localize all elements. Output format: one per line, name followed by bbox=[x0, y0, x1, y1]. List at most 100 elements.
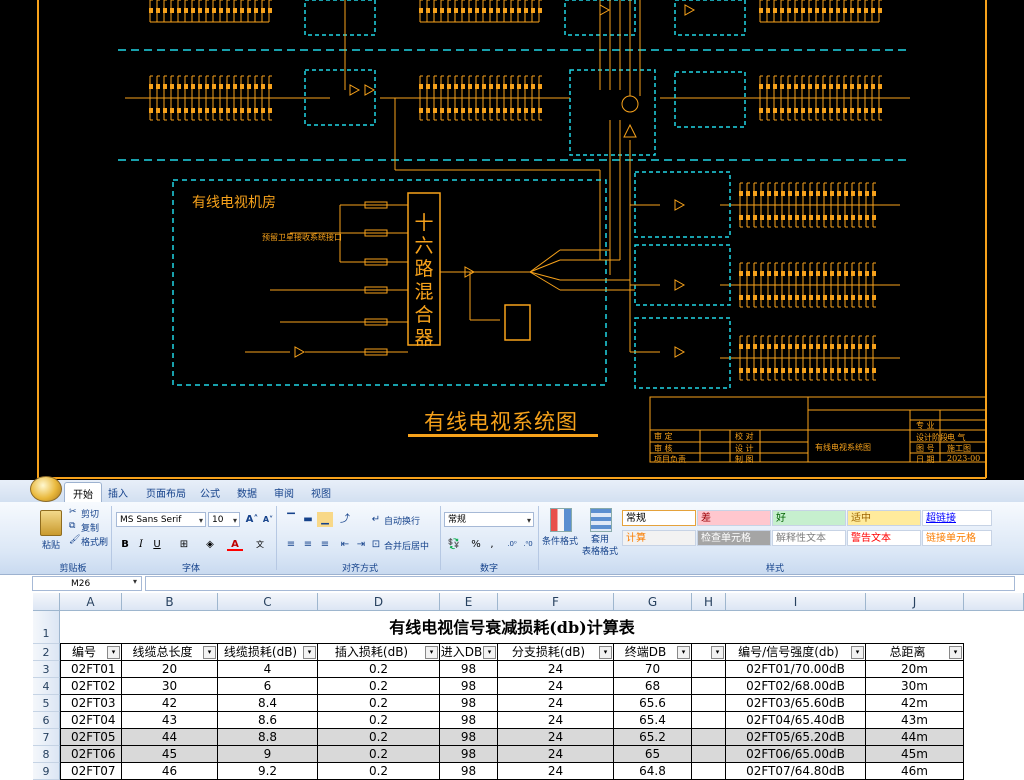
table-cell[interactable]: 0.2 bbox=[318, 695, 440, 712]
header-cell[interactable]: 分支损耗(dB) ▾ bbox=[498, 644, 614, 661]
filter-dropdown-icon[interactable]: ▾ bbox=[599, 646, 612, 659]
table-cell[interactable]: 02FT04 bbox=[60, 712, 122, 729]
column-header-A[interactable]: A bbox=[60, 593, 122, 611]
table-cell[interactable]: 02FT05 bbox=[60, 729, 122, 746]
table-cell[interactable]: 44 bbox=[122, 729, 218, 746]
header-cell[interactable]: 线缆损耗(dB) ▾ bbox=[218, 644, 318, 661]
table-cell[interactable]: 46m bbox=[866, 763, 964, 780]
increase-indent-icon[interactable]: ⇥ bbox=[353, 537, 369, 552]
table-cell[interactable]: 02FT05/65.20dB bbox=[726, 729, 866, 746]
align-left-icon[interactable]: ≡ bbox=[283, 537, 299, 552]
table-cell[interactable]: 02FT06 bbox=[60, 746, 122, 763]
row-header-8[interactable]: 8 bbox=[33, 746, 60, 763]
bold-button[interactable]: B bbox=[117, 537, 133, 552]
namebox-dropdown-icon[interactable]: ▾ bbox=[133, 577, 137, 586]
column-header-G[interactable]: G bbox=[614, 593, 692, 611]
table-cell[interactable] bbox=[692, 661, 726, 678]
table-cell[interactable]: 0.2 bbox=[318, 678, 440, 695]
table-cell[interactable] bbox=[692, 746, 726, 763]
table-cell[interactable]: 42 bbox=[122, 695, 218, 712]
tab-formulas[interactable]: 公式 bbox=[200, 485, 220, 500]
table-cell[interactable]: 24 bbox=[498, 746, 614, 763]
row-header-6[interactable]: 6 bbox=[33, 712, 60, 729]
header-cell[interactable]: 进入DB ▾ bbox=[440, 644, 498, 661]
table-cell[interactable]: 24 bbox=[498, 712, 614, 729]
underline-button[interactable]: U bbox=[149, 537, 165, 552]
table-cell[interactable]: 0.2 bbox=[318, 661, 440, 678]
table-cell[interactable] bbox=[692, 729, 726, 746]
table-cell[interactable]: 64.8 bbox=[614, 763, 692, 780]
copy-button[interactable]: 复制 bbox=[81, 521, 99, 534]
row-header-2[interactable]: 2 bbox=[33, 644, 60, 661]
comma-icon[interactable]: , bbox=[484, 537, 500, 552]
table-cell[interactable]: 9.2 bbox=[218, 763, 318, 780]
table-cell[interactable]: 02FT01/70.00dB bbox=[726, 661, 866, 678]
filter-dropdown-icon[interactable]: ▾ bbox=[711, 646, 724, 659]
table-cell[interactable] bbox=[692, 678, 726, 695]
table-cell[interactable] bbox=[692, 763, 726, 780]
table-cell[interactable]: 98 bbox=[440, 729, 498, 746]
header-cell[interactable]: ▾ bbox=[692, 644, 726, 661]
table-cell[interactable]: 0.2 bbox=[318, 746, 440, 763]
wrap-text-button[interactable]: 自动换行 bbox=[384, 514, 420, 527]
table-cell[interactable]: 0.2 bbox=[318, 729, 440, 746]
formula-input[interactable] bbox=[145, 576, 1015, 591]
table-cell[interactable]: 20m bbox=[866, 661, 964, 678]
filter-dropdown-icon[interactable]: ▾ bbox=[949, 646, 962, 659]
number-format-combo[interactable]: 常规 bbox=[444, 512, 534, 528]
office-button[interactable] bbox=[30, 476, 62, 502]
table-cell[interactable]: 02FT04/65.40dB bbox=[726, 712, 866, 729]
merge-center-button[interactable]: 合并后居中 bbox=[384, 539, 429, 552]
decrease-decimal-icon[interactable]: .⁰0 bbox=[520, 537, 536, 552]
font-size-combo[interactable]: 10 bbox=[208, 512, 240, 528]
table-cell[interactable]: 02FT07 bbox=[60, 763, 122, 780]
table-cell[interactable]: 98 bbox=[440, 763, 498, 780]
header-cell[interactable]: 编号/信号强度(db) ▾ bbox=[726, 644, 866, 661]
column-header-B[interactable]: B bbox=[122, 593, 218, 611]
italic-button[interactable]: I bbox=[133, 537, 149, 552]
cell-style-3[interactable]: 好 bbox=[772, 510, 846, 526]
header-cell[interactable]: 总距离 ▾ bbox=[866, 644, 964, 661]
table-cell[interactable]: 70 bbox=[614, 661, 692, 678]
filter-dropdown-icon[interactable]: ▾ bbox=[483, 646, 496, 659]
table-cell[interactable]: 24 bbox=[498, 661, 614, 678]
table-cell[interactable]: 20 bbox=[122, 661, 218, 678]
conditional-format-icon[interactable] bbox=[550, 508, 572, 532]
font-name-combo[interactable]: MS Sans Serif bbox=[116, 512, 206, 528]
table-cell[interactable]: 02FT03 bbox=[60, 695, 122, 712]
table-cell[interactable]: 98 bbox=[440, 661, 498, 678]
cut-button[interactable]: 剪切 bbox=[81, 507, 99, 520]
format-painter-icon[interactable]: 🖌 bbox=[69, 535, 80, 545]
format-painter-button[interactable]: 格式刷 bbox=[81, 535, 108, 548]
filter-dropdown-icon[interactable]: ▾ bbox=[203, 646, 216, 659]
table-cell[interactable]: 46 bbox=[122, 763, 218, 780]
column-header-H[interactable]: H bbox=[692, 593, 726, 611]
header-cell[interactable]: 编号 ▾ bbox=[60, 644, 122, 661]
table-cell[interactable]: 02FT02 bbox=[60, 678, 122, 695]
table-cell[interactable]: 02FT06/65.00dB bbox=[726, 746, 866, 763]
row-header-3[interactable]: 3 bbox=[33, 661, 60, 678]
cell-style-7[interactable]: 检查单元格 bbox=[697, 530, 771, 546]
table-cell[interactable]: 24 bbox=[498, 678, 614, 695]
wrap-text-icon[interactable]: ↵ bbox=[368, 512, 384, 527]
select-all-corner[interactable] bbox=[33, 593, 60, 611]
tab-review[interactable]: 审阅 bbox=[274, 485, 294, 500]
table-cell[interactable]: 65 bbox=[614, 746, 692, 763]
filter-dropdown-icon[interactable]: ▾ bbox=[107, 646, 120, 659]
table-cell[interactable] bbox=[692, 695, 726, 712]
table-cell[interactable]: 30 bbox=[122, 678, 218, 695]
table-cell[interactable]: 9 bbox=[218, 746, 318, 763]
header-cell[interactable]: 插入损耗(dB) ▾ bbox=[318, 644, 440, 661]
cell-style-10[interactable]: 链接单元格 bbox=[922, 530, 992, 546]
table-cell[interactable]: 8.6 bbox=[218, 712, 318, 729]
row-header-1[interactable]: 1 bbox=[33, 611, 60, 644]
fill-color-icon[interactable]: ◈ bbox=[202, 537, 218, 552]
shrink-font-icon[interactable]: A˅ bbox=[260, 512, 276, 527]
align-center-icon[interactable]: ≡ bbox=[300, 537, 316, 552]
table-cell[interactable]: 24 bbox=[498, 763, 614, 780]
table-cell[interactable]: 02FT01 bbox=[60, 661, 122, 678]
table-cell[interactable]: 98 bbox=[440, 678, 498, 695]
row-header-4[interactable]: 4 bbox=[33, 678, 60, 695]
grow-font-icon[interactable]: A˄ bbox=[244, 512, 260, 527]
merge-center-icon[interactable]: ⊡ bbox=[368, 537, 384, 552]
